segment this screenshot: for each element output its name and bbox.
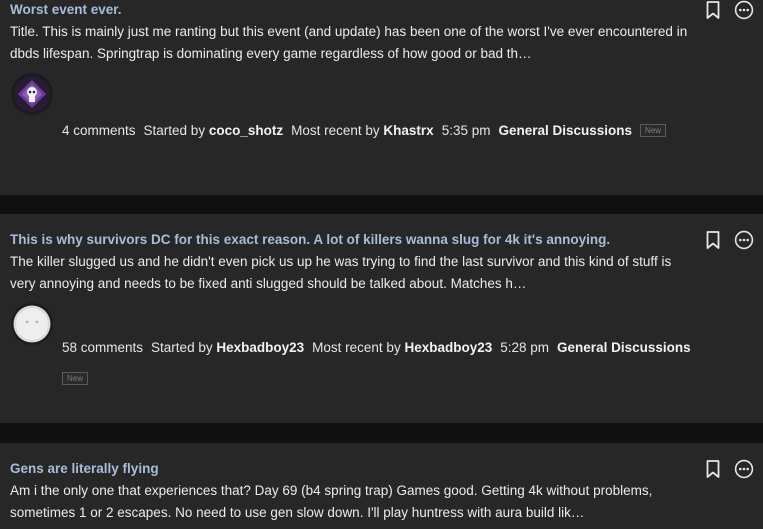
comment-count: 58 comments bbox=[62, 340, 144, 355]
discussion-title[interactable]: This is why survivors DC for this exact … bbox=[10, 232, 610, 247]
comment-count: 4 comments bbox=[62, 123, 136, 138]
most-recent-label: Most recent by bbox=[312, 340, 401, 355]
author-link[interactable]: coco_shotz bbox=[209, 123, 283, 138]
category-link[interactable]: General Discussions bbox=[498, 123, 632, 138]
timestamp: 5:28 pm bbox=[500, 340, 550, 355]
started-by-label: Started by bbox=[143, 123, 206, 138]
bookmark-icon[interactable] bbox=[704, 230, 722, 250]
card-actions bbox=[704, 459, 754, 479]
discussion-card: Worst event ever. Title. This is mainly … bbox=[0, 0, 763, 195]
discussion-meta: 58 comments Started by Hexbadboy23 Most … bbox=[62, 340, 691, 355]
discussion-card: This is why survivors DC for this exact … bbox=[0, 214, 763, 423]
most-recent-label: Most recent by bbox=[291, 123, 380, 138]
category-link[interactable]: General Discussions bbox=[557, 340, 691, 355]
avatar[interactable] bbox=[11, 303, 53, 345]
card-actions bbox=[704, 0, 754, 20]
timestamp: 5:35 pm bbox=[441, 123, 491, 138]
card-actions bbox=[704, 230, 754, 250]
avatar[interactable] bbox=[11, 73, 53, 115]
recent-author-link[interactable]: Hexbadboy23 bbox=[404, 340, 492, 355]
bookmark-icon[interactable] bbox=[704, 0, 722, 20]
discussion-excerpt: Am i the only one that experiences that?… bbox=[10, 483, 653, 520]
more-options-icon[interactable] bbox=[734, 0, 754, 20]
default-avatar-icon bbox=[11, 303, 53, 345]
started-by-label: Started by bbox=[151, 340, 213, 355]
more-options-icon[interactable] bbox=[734, 459, 754, 479]
bookmark-icon[interactable] bbox=[704, 459, 722, 479]
more-options-icon[interactable] bbox=[734, 230, 754, 250]
discussion-card: Gens are literally flying Am i the only … bbox=[0, 443, 763, 529]
new-badge: New bbox=[62, 372, 89, 385]
discussion-title[interactable]: Gens are literally flying bbox=[10, 461, 159, 476]
discussion-excerpt: The killer slugged us and he didn't even… bbox=[10, 254, 672, 291]
author-link[interactable]: Hexbadboy23 bbox=[216, 340, 304, 355]
recent-author-link[interactable]: Khastrx bbox=[383, 123, 433, 138]
new-badge: New bbox=[640, 124, 667, 137]
discussion-title[interactable]: Worst event ever. bbox=[10, 2, 122, 17]
discussion-meta: 4 comments Started by coco_shotz Most re… bbox=[62, 123, 667, 138]
discussion-excerpt: Title. This is mainly just me ranting bu… bbox=[10, 24, 688, 61]
springtrap-avatar-icon bbox=[11, 73, 53, 115]
badge-line: New bbox=[62, 368, 89, 386]
